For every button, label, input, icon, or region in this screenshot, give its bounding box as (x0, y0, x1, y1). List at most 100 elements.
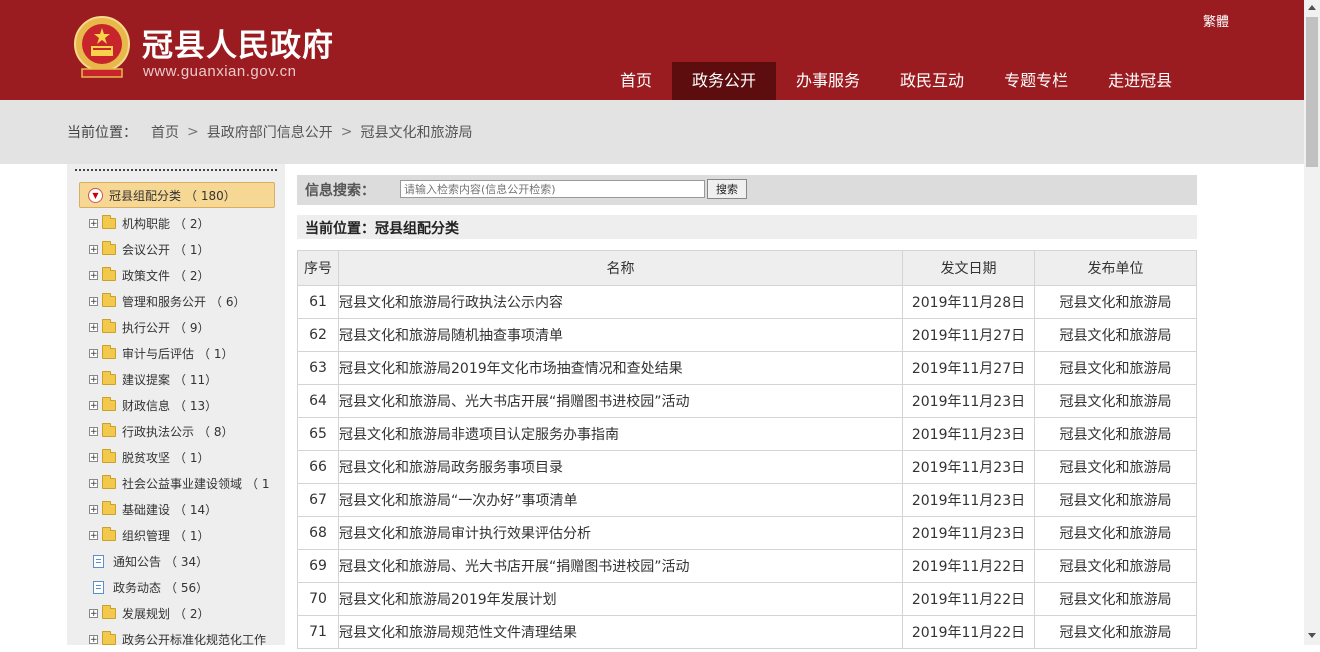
tree-item[interactable]: + 社会公益事业建设领域（ 1 (89, 470, 270, 496)
tree-item[interactable]: + 财政信息（ 13） (89, 392, 270, 418)
expand-icon[interactable]: + (89, 426, 98, 436)
table-row: 65 冠县文化和旅游局非遗项目认定服务办事指南 2019年11月23日 冠县文化和旅游… (297, 417, 1197, 451)
scroll-down-icon[interactable] (1308, 633, 1316, 638)
row-number: 68 (297, 516, 339, 550)
folder-icon (102, 422, 116, 437)
page-scrollbar[interactable] (1304, 0, 1320, 645)
tree-item-count: （ 2） (174, 216, 210, 231)
tree-item-label: 财政信息 (122, 398, 171, 413)
tree-item-count: （ 6） (210, 294, 246, 309)
nav-item-about-county[interactable]: 走进冠县 (1088, 62, 1192, 100)
expand-icon[interactable]: + (89, 374, 98, 384)
table-row: 62 冠县文化和旅游局随机抽查事项清单 2019年11月27日 冠县文化和旅游局 (297, 318, 1197, 352)
row-date: 2019年11月23日 (902, 483, 1035, 517)
tree-item[interactable]: 政务动态（ 56） (89, 574, 270, 600)
expand-icon[interactable]: + (89, 478, 98, 488)
expand-icon[interactable]: + (89, 634, 98, 644)
expand-icon[interactable]: + (89, 452, 98, 462)
row-title-link[interactable]: 冠县文化和旅游局“一次办好”事项清单 (338, 483, 903, 517)
expand-icon[interactable]: + (89, 322, 98, 332)
tree-item-count: （ 8） (198, 424, 234, 439)
collapse-icon[interactable]: ▼ (88, 187, 103, 203)
table-row: 64 冠县文化和旅游局、光大书店开展“捐赠图书进校园”活动 2019年11月23日冠… (297, 384, 1197, 418)
row-title-link[interactable]: 冠县文化和旅游局审计执行效果评估分析 (338, 516, 903, 550)
expand-icon[interactable]: + (89, 608, 98, 618)
row-publisher: 冠县文化和旅游局 (1034, 483, 1197, 517)
expand-icon[interactable]: + (89, 348, 98, 358)
breadcrumb-bar: 当前位置： 首页 > 县政府部门信息公开 > 冠县文化和旅游局 (0, 100, 1304, 164)
expand-icon[interactable]: + (89, 296, 98, 306)
row-date: 2019年11月22日 (902, 615, 1035, 649)
breadcrumb-culture-tourism[interactable]: 冠县文化和旅游局 (360, 122, 472, 142)
expand-icon[interactable]: + (89, 270, 98, 280)
site-title[interactable]: 冠县人民政府 (142, 20, 334, 65)
tree-item[interactable]: + 行政执法公示（ 8） (89, 418, 270, 444)
breadcrumb-dept-info[interactable]: 县政府部门信息公开 (207, 122, 333, 142)
expand-icon[interactable]: + (89, 244, 98, 254)
tree-item[interactable]: + 执行公开（ 9） (89, 314, 270, 340)
row-date: 2019年11月27日 (902, 318, 1035, 352)
scroll-thumb[interactable] (1306, 17, 1318, 167)
tree-item[interactable]: + 会议公开（ 1） (89, 236, 270, 262)
row-date: 2019年11月23日 (902, 450, 1035, 484)
nav-item-special-topics[interactable]: 专题专栏 (984, 62, 1088, 100)
folder-icon (102, 214, 116, 229)
row-title-link[interactable]: 冠县文化和旅游局规范性文件清理结果 (338, 615, 903, 649)
tree-item[interactable]: + 建议提案（ 11） (89, 366, 270, 392)
tree-item[interactable]: + 组织管理（ 1） (89, 522, 270, 548)
document-table: 序号 名称 发文日期 发布单位 61 冠县文化和旅游局行政执法公示内容 2019年1… (297, 250, 1197, 649)
row-title-link[interactable]: 冠县文化和旅游局行政执法公示内容 (338, 285, 903, 319)
row-date: 2019年11月22日 (902, 582, 1035, 616)
row-title-link[interactable]: 冠县文化和旅游局随机抽查事项清单 (338, 318, 903, 352)
tree-item-label: 机构职能 (122, 216, 171, 231)
national-emblem-icon[interactable] (72, 14, 132, 84)
nav-item-services[interactable]: 办事服务 (776, 62, 880, 100)
tree-item[interactable]: + 政策文件（ 2） (89, 262, 270, 288)
tree-item[interactable]: 通知公告（ 34） (89, 548, 270, 574)
tree-item[interactable]: + 脱贫攻坚（ 1） (89, 444, 270, 470)
row-number: 65 (297, 417, 339, 451)
tree-item[interactable]: + 发展规划（ 2） (89, 600, 270, 626)
row-title-link[interactable]: 冠县文化和旅游局2019年文化市场抽查情况和查处结果 (338, 351, 903, 385)
nav-item-government-affairs[interactable]: 政务公开 (672, 62, 777, 100)
tree-item-count: （ 56） (165, 580, 209, 595)
expand-icon[interactable]: + (89, 530, 98, 540)
folder-icon (102, 500, 116, 515)
tree-item[interactable]: + 政务公开标准化规范化工作 (89, 626, 270, 652)
expand-icon[interactable]: + (89, 400, 98, 410)
row-title-link[interactable]: 冠县文化和旅游局2019年发展计划 (338, 582, 903, 616)
row-publisher: 冠县文化和旅游局 (1034, 549, 1197, 583)
scroll-up-icon[interactable] (1308, 5, 1316, 10)
folder-icon (102, 266, 116, 281)
row-title-link[interactable]: 冠县文化和旅游局非遗项目认定服务办事指南 (338, 417, 903, 451)
document-icon (93, 580, 104, 594)
expand-icon[interactable]: + (89, 504, 98, 514)
site-header: 冠县人民政府 www.guanxian.gov.cn 繁體 首页 政务公开 办事… (0, 0, 1304, 100)
section-header: 当前位置：冠县组配分类 (297, 215, 1197, 239)
tree-item[interactable]: + 审计与后评估（ 1） (89, 340, 270, 366)
row-number: 64 (297, 384, 339, 418)
row-title-link[interactable]: 冠县文化和旅游局、光大书店开展“捐赠图书进校园”活动 (338, 384, 903, 418)
search-button[interactable]: 搜索 (707, 179, 747, 199)
tree-item-label: 政策文件 (122, 268, 171, 283)
folder-icon (102, 292, 116, 307)
row-title-link[interactable]: 冠县文化和旅游局、光大书店开展“捐赠图书进校园”活动 (338, 549, 903, 583)
table-row: 71 冠县文化和旅游局规范性文件清理结果 2019年11月22日 冠县文化和旅游局 (297, 615, 1197, 649)
expand-icon[interactable]: + (89, 218, 98, 228)
breadcrumb-home[interactable]: 首页 (151, 122, 179, 142)
tree-item[interactable]: + 基础建设（ 14） (89, 496, 270, 522)
tree-item-count: （ 1） (198, 346, 234, 361)
traditional-chinese-link[interactable]: 繁體 (1203, 11, 1229, 30)
folder-icon (102, 604, 116, 619)
tree-item-count: （ 13） (174, 398, 218, 413)
row-publisher: 冠县文化和旅游局 (1034, 417, 1197, 451)
nav-item-home[interactable]: 首页 (600, 62, 672, 100)
row-title-link[interactable]: 冠县文化和旅游局政务服务事项目录 (338, 450, 903, 484)
tree-item[interactable]: + 管理和服务公开（ 6） (89, 288, 270, 314)
nav-item-interaction[interactable]: 政民互动 (880, 62, 984, 100)
tree-item[interactable]: + 机构职能（ 2） (89, 210, 270, 236)
table-row: 63 冠县文化和旅游局2019年文化市场抽查情况和查处结果 2019年11月27日冠… (297, 351, 1197, 385)
row-date: 2019年11月23日 (902, 384, 1035, 418)
tree-root-item[interactable]: ▼ 冠县组配分类 （ 180） (79, 182, 275, 208)
search-input[interactable] (400, 180, 705, 198)
